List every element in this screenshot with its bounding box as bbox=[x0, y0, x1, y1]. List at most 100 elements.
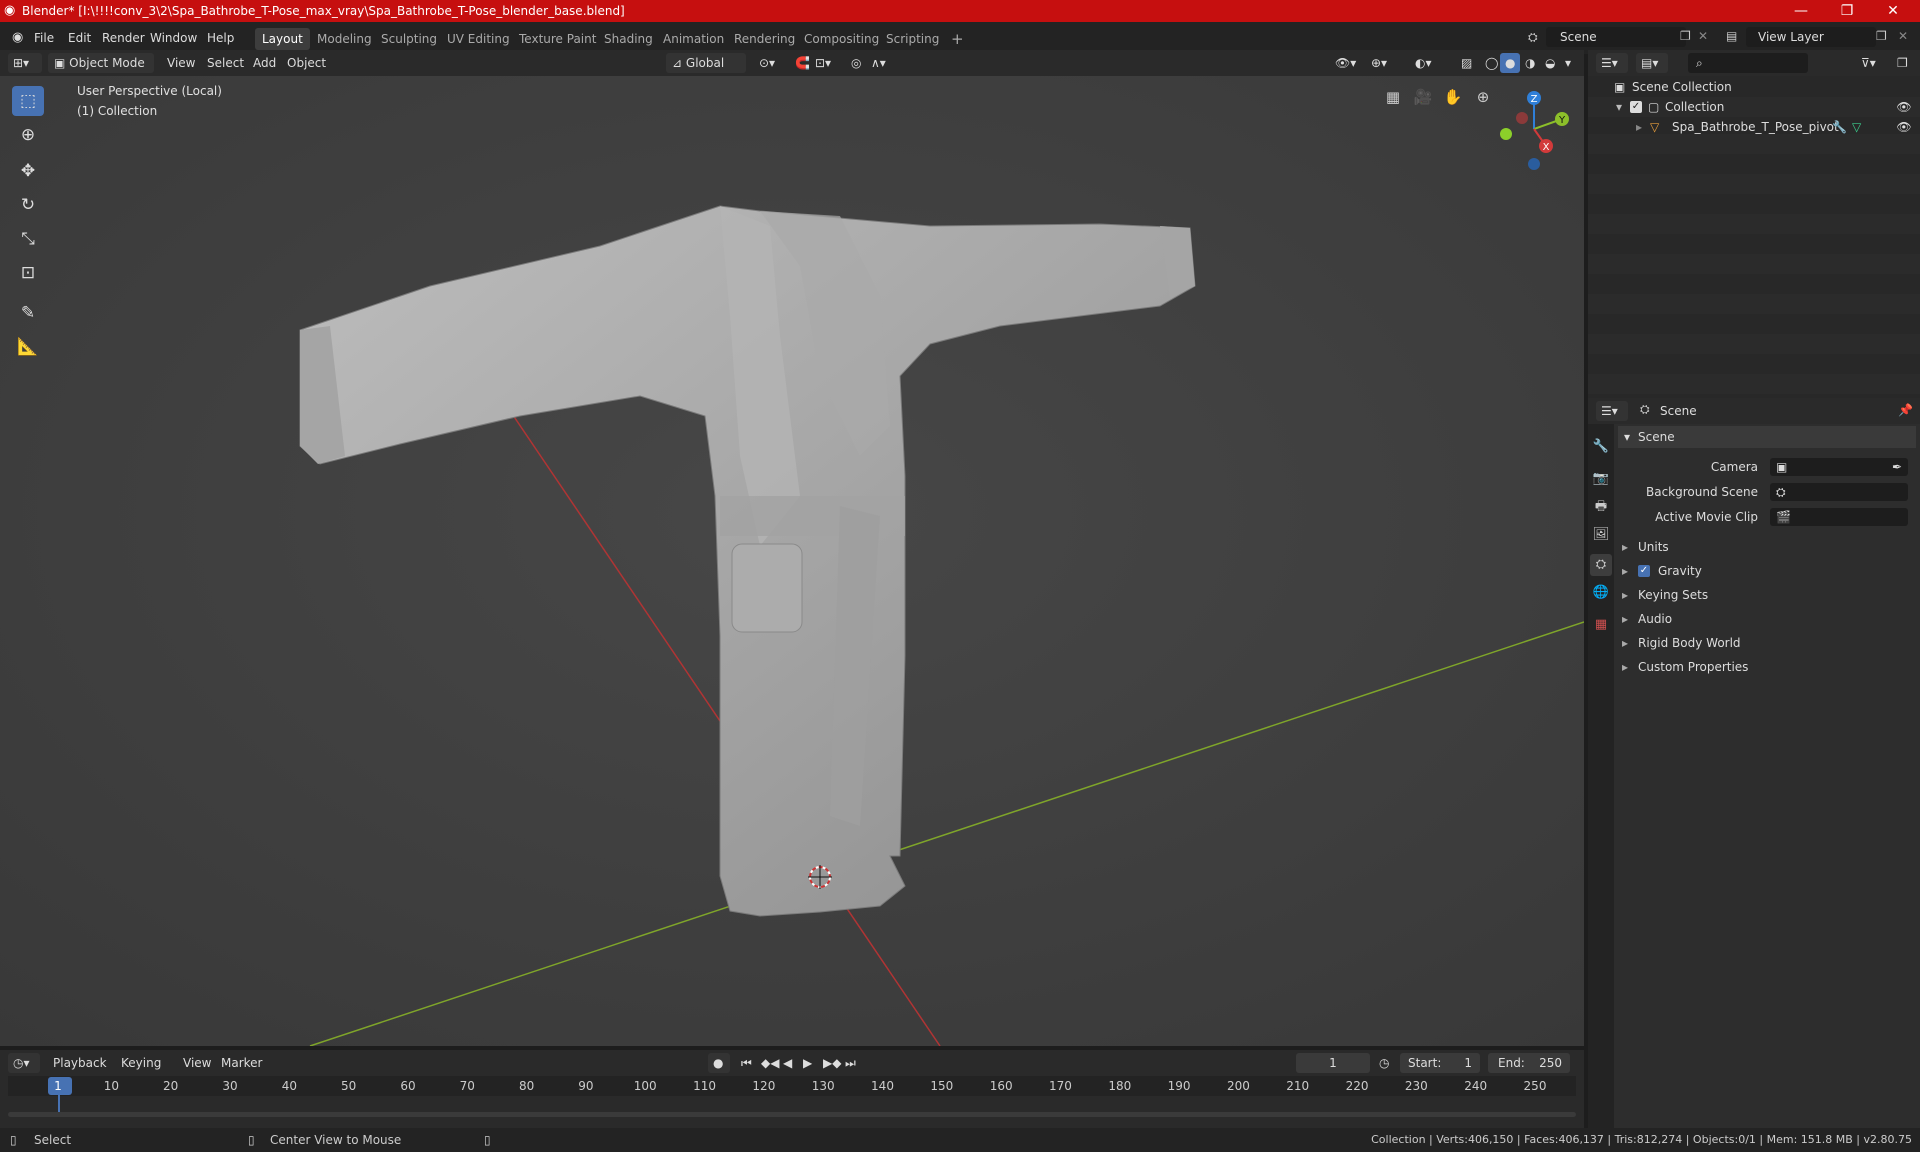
outliner-row-scene-collection[interactable]: ▣ Scene Collection bbox=[1588, 77, 1920, 97]
display-mode-icon[interactable]: ▤▾ bbox=[1636, 53, 1668, 73]
solid-shading-icon[interactable]: ● bbox=[1500, 53, 1521, 73]
annotate-tool-icon[interactable]: ✎ bbox=[12, 298, 44, 328]
jump-end-icon[interactable]: ⏭ bbox=[840, 1053, 861, 1073]
jump-start-icon[interactable]: ⏮ bbox=[736, 1053, 757, 1073]
select-box-tool-icon[interactable]: ⬚ bbox=[12, 86, 44, 116]
tool-tab-icon[interactable]: 🔧 bbox=[1590, 436, 1612, 458]
tab-texture-paint[interactable]: Texture Paint bbox=[512, 28, 603, 50]
outliner-search-input[interactable]: ⌕ bbox=[1688, 53, 1808, 73]
tab-layout[interactable]: Layout bbox=[255, 28, 310, 50]
section-units[interactable]: ▸ Units bbox=[1616, 536, 1916, 558]
scene-selector[interactable]: Scene bbox=[1546, 27, 1686, 47]
play-reverse-icon[interactable]: ◀ bbox=[778, 1053, 797, 1073]
background-scene-field[interactable]: ⛭ bbox=[1770, 483, 1908, 501]
section-rigid-body-world[interactable]: ▸ Rigid Body World bbox=[1616, 632, 1916, 654]
expand-audio-icon[interactable]: ▸ bbox=[1622, 608, 1628, 630]
minimize-button[interactable]: — bbox=[1778, 1, 1824, 21]
pin-icon[interactable]: 📌 bbox=[1898, 403, 1913, 417]
expand-units-icon[interactable]: ▸ bbox=[1622, 536, 1628, 558]
timeline-menu-playback[interactable]: Playback bbox=[48, 1053, 112, 1073]
expand-collection-icon[interactable]: ▾ bbox=[1616, 97, 1622, 117]
measure-tool-icon[interactable]: 📐 bbox=[12, 332, 44, 362]
mesh-data-icon[interactable]: ▽ bbox=[1852, 117, 1861, 137]
timeline-body[interactable] bbox=[8, 1094, 1576, 1118]
section-custom-properties[interactable]: ▸ Custom Properties bbox=[1616, 656, 1916, 678]
collection-visibility-eye-icon[interactable]: 👁 bbox=[1896, 99, 1912, 115]
timeline-menu-marker[interactable]: Marker bbox=[216, 1053, 267, 1073]
viewport-menu-select[interactable]: Select bbox=[202, 53, 249, 73]
shading-options-icon[interactable]: ▾ bbox=[1560, 53, 1576, 73]
close-button[interactable]: ✕ bbox=[1870, 1, 1916, 21]
timeline-menu-keying[interactable]: Keying bbox=[116, 1053, 166, 1073]
menu-window[interactable]: Window bbox=[146, 29, 201, 47]
expand-gravity-icon[interactable]: ▸ bbox=[1622, 560, 1628, 582]
transform-orientation-selector[interactable]: ⊿ Global bbox=[666, 53, 746, 73]
new-collection-icon[interactable]: ❐ bbox=[1892, 53, 1913, 73]
xray-toggle-icon[interactable]: ▨ bbox=[1456, 53, 1477, 73]
rotate-tool-icon[interactable]: ↻ bbox=[12, 190, 44, 220]
viewport-menu-view[interactable]: View bbox=[162, 53, 200, 73]
gravity-checkbox[interactable]: ✓ bbox=[1638, 565, 1650, 577]
viewport-menu-add[interactable]: Add bbox=[248, 53, 281, 73]
navigation-gizmo[interactable]: Z Y X bbox=[1484, 84, 1584, 174]
camera-field[interactable]: ▣ ✒ bbox=[1770, 458, 1908, 476]
menu-help[interactable]: Help bbox=[203, 29, 238, 47]
menu-render[interactable]: Render bbox=[98, 29, 149, 47]
blender-menu-icon[interactable]: ◉ bbox=[8, 29, 27, 47]
new-view-layer-icon[interactable]: ❐ bbox=[1876, 29, 1887, 43]
expand-keying-sets-icon[interactable]: ▸ bbox=[1622, 584, 1628, 606]
tab-sculpting[interactable]: Sculpting bbox=[374, 28, 444, 50]
mode-selector[interactable]: ▣ Object Mode bbox=[48, 53, 154, 73]
viewport-menu-object[interactable]: Object bbox=[282, 53, 331, 73]
collection-checkbox[interactable]: ✓ bbox=[1630, 101, 1642, 113]
frame-ruler[interactable]: 1 10 20 30 40 50 60 70 80 90 100 110 120 130 140 150 160… bbox=[8, 1076, 1576, 1096]
start-frame-field[interactable]: Start: 1 bbox=[1400, 1053, 1480, 1073]
timeline-scrollbar[interactable] bbox=[8, 1112, 1576, 1117]
delete-view-layer-icon[interactable]: ✕ bbox=[1898, 29, 1908, 43]
play-icon[interactable]: ▶ bbox=[798, 1053, 817, 1073]
world-tab-icon[interactable]: 🌐 bbox=[1590, 582, 1612, 604]
object-visibility-eye-icon[interactable]: 👁 bbox=[1896, 119, 1912, 135]
tab-shading[interactable]: Shading bbox=[597, 28, 660, 50]
cursor-tool-icon[interactable]: ⊕ bbox=[12, 120, 44, 150]
3d-viewport[interactable]: User Perspective (Local) (1) Collection … bbox=[0, 76, 1584, 1046]
scene-tab-icon[interactable]: ⛭ bbox=[1590, 554, 1612, 576]
new-scene-icon[interactable]: ❐ bbox=[1680, 29, 1691, 43]
modifier-wrench-icon[interactable]: 🔧 bbox=[1832, 117, 1847, 137]
move-tool-icon[interactable]: ✥ bbox=[12, 156, 44, 186]
editor-type-icon[interactable]: ⊞▾ bbox=[8, 53, 42, 73]
outliner-editor-type-icon[interactable]: ☰▾ bbox=[1596, 53, 1628, 73]
add-workspace-button[interactable]: + bbox=[944, 28, 971, 50]
timeline-menu-view[interactable]: View bbox=[178, 1053, 216, 1073]
scale-tool-icon[interactable]: ⤡ bbox=[12, 224, 44, 254]
record-icon[interactable]: ● bbox=[708, 1053, 730, 1073]
tab-uv-editing[interactable]: UV Editing bbox=[440, 28, 517, 50]
properties-editor-type-icon[interactable]: ☰▾ bbox=[1596, 401, 1628, 421]
snap-target-icon[interactable]: ⊡▾ bbox=[810, 53, 836, 73]
view-layer-tab-icon[interactable]: 🖼 bbox=[1590, 524, 1612, 546]
timeline-editor-type-icon[interactable]: ◷▾ bbox=[8, 1053, 40, 1073]
stopwatch-icon[interactable]: ◷ bbox=[1374, 1053, 1394, 1073]
scene-panel-header[interactable]: ▾ Scene bbox=[1618, 426, 1916, 448]
expand-custom-properties-icon[interactable]: ▸ bbox=[1622, 656, 1628, 678]
zoom-view-icon[interactable]: ⊕ bbox=[1470, 84, 1496, 110]
rendered-shading-icon[interactable]: ◒ bbox=[1540, 53, 1560, 73]
transform-tool-icon[interactable]: ⊡ bbox=[12, 258, 44, 288]
current-frame-field[interactable]: 1 bbox=[1296, 1053, 1370, 1073]
tab-animation[interactable]: Animation bbox=[656, 28, 731, 50]
output-tab-icon[interactable]: 🖶 bbox=[1590, 496, 1612, 518]
tab-rendering[interactable]: Rendering bbox=[727, 28, 802, 50]
maximize-button[interactable]: ❐ bbox=[1824, 1, 1870, 21]
falloff-icon[interactable]: ∧▾ bbox=[866, 53, 891, 73]
filter-icon[interactable]: ⊽▾ bbox=[1856, 53, 1881, 73]
camera-view-icon[interactable]: 🎥 bbox=[1410, 84, 1436, 110]
render-tab-icon[interactable]: 📷 bbox=[1590, 468, 1612, 490]
material-shading-icon[interactable]: ◑ bbox=[1520, 53, 1540, 73]
delete-scene-icon[interactable]: ✕ bbox=[1698, 29, 1708, 43]
toggle-camera-icon[interactable]: ▦ bbox=[1380, 84, 1406, 110]
menu-file[interactable]: File bbox=[30, 29, 58, 47]
pan-view-icon[interactable]: ✋ bbox=[1440, 84, 1466, 110]
expand-rigid-body-world-icon[interactable]: ▸ bbox=[1622, 632, 1628, 654]
gizmo-toggle-icon[interactable]: ⊕▾ bbox=[1366, 53, 1392, 73]
section-gravity[interactable]: ▸ ✓ Gravity bbox=[1616, 560, 1916, 582]
